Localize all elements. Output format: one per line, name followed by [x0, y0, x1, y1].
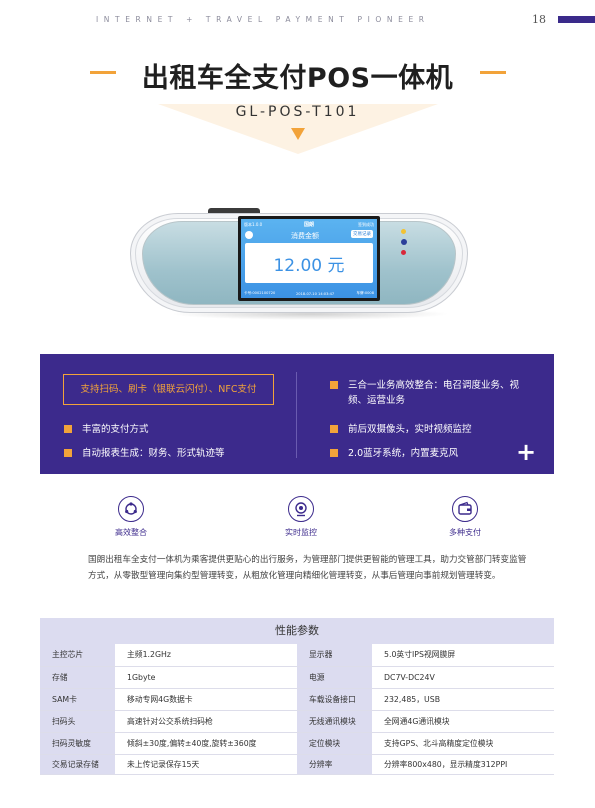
feature-item-left-2: 自动报表生成：财务、形式轨迹等 [64, 446, 284, 461]
screen-time: 2018-07-10 14:03:47 [296, 292, 335, 296]
back-icon [245, 231, 253, 239]
model-number: GL-POS-T101 [235, 104, 360, 120]
integration-icon [118, 496, 144, 522]
feature-icon-monitoring: 实时监控 [261, 496, 341, 538]
spec-key: 分辨率 [297, 754, 372, 775]
screen-brand: 国朗 [304, 222, 315, 228]
spec-value: 主频1.2GHz [115, 644, 297, 667]
screen-terminal: 车牌:0008 [356, 291, 374, 295]
spec-value: DC7V-DC24V [372, 666, 554, 689]
feature-item-left-1: 丰富的支付方式 [64, 422, 284, 437]
bullet-square-icon [64, 425, 72, 433]
table-row: 主控芯片 主频1.2GHz 显示器 5.0英寸IPS视网膜屏 [40, 644, 554, 667]
pos-device-image: 版本1.0.0 国朗 签到成功 消费金额 交易记录 12.00 元 卡号:000… [130, 205, 468, 320]
spec-key: SAM卡 [40, 688, 115, 711]
spec-key: 主控芯片 [40, 644, 115, 667]
spec-value: 1Gbyte [115, 666, 297, 689]
page-number-bar [558, 16, 595, 23]
spec-key: 显示器 [297, 644, 372, 667]
table-row: SAM卡 移动专网4G数据卡 车载设备接口 232,485，USB [40, 688, 554, 711]
screen-status-bar: 版本1.0.0 国朗 签到成功 [241, 220, 377, 230]
payment-methods-box: 支持扫码、刷卡（银联云闪付）、NFC支付 [63, 374, 274, 405]
spec-value: 5.0英寸IPS视网膜屏 [372, 644, 554, 667]
spec-value: 倾斜±30度,偏转±40度,旋转±360度 [115, 732, 297, 755]
camera-lens-icon [401, 239, 407, 245]
table-row: 存储 1Gbyte 电源 DC7V-DC24V [40, 666, 554, 689]
feature-item-right-2: 前后双摄像头，实时视频监控 [330, 422, 540, 437]
page-number: 18 [532, 13, 546, 26]
screen-version: 版本1.0.0 [244, 222, 263, 227]
bullet-square-icon [330, 425, 338, 433]
spec-table: 主控芯片 主频1.2GHz 显示器 5.0英寸IPS视网膜屏 存储 1Gbyte… [40, 644, 554, 775]
spec-value: 支持GPS、北斗高精度定位模块 [372, 732, 554, 755]
spec-key: 无线通讯模块 [297, 710, 372, 733]
feature-icon-payment: 多种支付 [425, 496, 505, 538]
spec-value: 高速针对公交系统扫码枪 [115, 710, 297, 733]
screen-amount-panel: 12.00 元 [245, 243, 373, 283]
feature-item-right-3: 2.0蓝牙系统，内置麦克风 [330, 446, 540, 461]
spec-key: 车载设备接口 [297, 688, 372, 711]
feature-item-right-1: 三合一业务高效整合：电召调度业务、视频、运营业务 [330, 378, 530, 408]
feature-icon-label: 多种支付 [449, 528, 481, 537]
led-indicator-red [401, 250, 406, 255]
page-title: 出租车全支付POS一体机 [141, 63, 454, 94]
screen-amount-label: 消费金额 [291, 232, 319, 240]
plus-icon: + [516, 438, 537, 466]
spec-key: 扫码灵敏度 [40, 732, 115, 755]
screen-record-button: 交易记录 [351, 230, 373, 238]
spec-value: 移动专网4G数据卡 [115, 688, 297, 711]
table-row: 扫码灵敏度 倾斜±30度,偏转±40度,旋转±360度 定位模块 支持GPS、北… [40, 732, 554, 755]
spec-table-title: 性能参数 [40, 618, 554, 644]
device-screen: 版本1.0.0 国朗 签到成功 消费金额 交易记录 12.00 元 卡号:000… [238, 216, 380, 301]
feature-icon-label: 实时监控 [285, 528, 317, 537]
screen-card-no: 卡号:0002100720 [244, 291, 276, 295]
wallet-icon [452, 496, 478, 522]
camera-icon [288, 496, 314, 522]
bullet-square-icon [330, 381, 338, 389]
feature-panel: 支持扫码、刷卡（银联云闪付）、NFC支付 丰富的支付方式 自动报表生成：财务、形… [40, 354, 554, 474]
header-tagline: INTERNET + TRAVEL PAYMENT PIONEER [96, 15, 430, 24]
feature-icon-integration: 高效整合 [91, 496, 171, 538]
spec-key: 定位模块 [297, 732, 372, 755]
spec-value: 全网通4G通讯模块 [372, 710, 554, 733]
bullet-square-icon [330, 449, 338, 457]
product-description: 国朗出租车全支付一体机为乘客提供更贴心的出行服务，为管理部门提供更智能的管理工具… [88, 555, 527, 581]
feature-icon-label: 高效整合 [115, 528, 147, 537]
screen-signin-status: 签到成功 [358, 222, 374, 227]
spec-value: 分辨率800x480，显示精度312PPI [372, 754, 554, 775]
spec-key: 交易记录存储 [40, 754, 115, 775]
spec-key: 电源 [297, 666, 372, 689]
led-indicator-yellow [401, 229, 406, 234]
table-row: 扫码头 高速针对公交系统扫码枪 无线通讯模块 全网通4G通讯模块 [40, 710, 554, 733]
spec-value: 未上传记录保存15天 [115, 754, 297, 775]
table-row: 交易记录存储 未上传记录保存15天 分辨率 分辨率800x480，显示精度312… [40, 754, 554, 775]
bullet-square-icon [64, 449, 72, 457]
chevron-down-icon [291, 128, 305, 140]
spec-key: 存储 [40, 666, 115, 689]
spec-key: 扫码头 [40, 710, 115, 733]
panel-divider [296, 372, 297, 458]
screen-amount: 12.00 元 [273, 256, 345, 276]
spec-value: 232,485，USB [372, 688, 554, 711]
